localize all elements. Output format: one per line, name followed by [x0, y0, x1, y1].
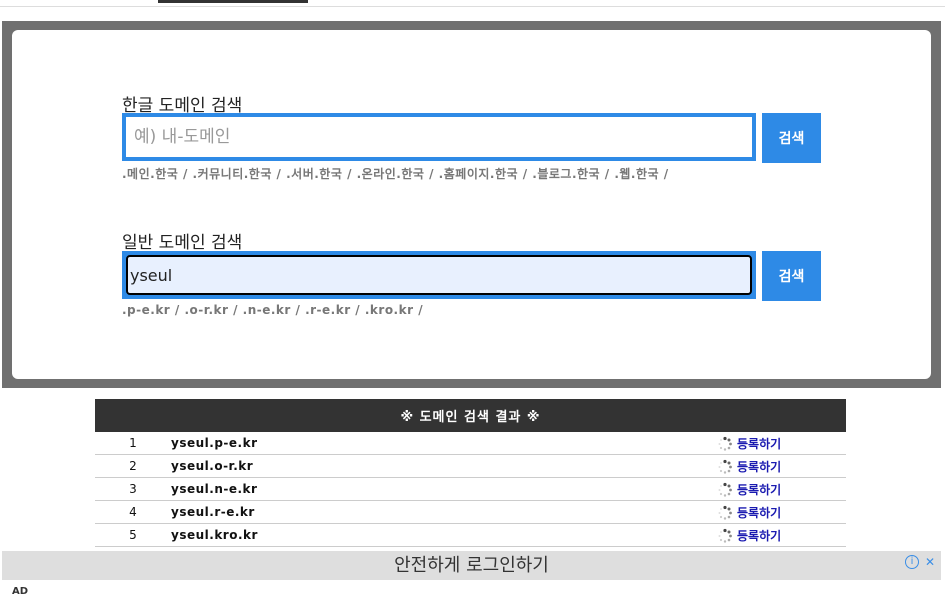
ad-title[interactable]: 안전하게 로그인하기 [394, 555, 549, 576]
register-label[interactable]: 등록하기 [737, 527, 781, 544]
table-row: 3 yseul.n-e.kr 등록하기 [95, 478, 846, 501]
register-label[interactable]: 등록하기 [737, 458, 781, 475]
general-domain-search-label: 일반 도메인 검색 [122, 233, 243, 253]
general-domain-hint: .p-e.kr / .o-r.kr / .n-e.kr / .r-e.kr / … [122, 303, 424, 317]
korean-search-button[interactable]: 검색 [762, 113, 821, 163]
row-domain: yseul.kro.kr [171, 528, 258, 542]
loading-spinner-icon [717, 528, 733, 544]
row-domain: yseul.o-r.kr [171, 459, 254, 473]
register-link[interactable]: 등록하기 [717, 481, 781, 498]
loading-spinner-icon [717, 482, 733, 498]
register-link[interactable]: 등록하기 [717, 504, 781, 521]
table-row: 2 yseul.o-r.kr 등록하기 [95, 455, 846, 478]
general-search-button[interactable]: 검색 [762, 251, 821, 301]
row-domain: yseul.p-e.kr [171, 436, 258, 450]
row-number: 4 [129, 505, 137, 519]
row-number: 3 [129, 482, 137, 496]
results-table: ※ 도메인 검색 결과 ※ 1 yseul.p-e.kr 등록하기 2 yseul.o-… [95, 399, 846, 547]
row-domain: yseul.n-e.kr [171, 482, 258, 496]
loading-spinner-icon [717, 436, 733, 452]
register-label[interactable]: 등록하기 [737, 435, 781, 452]
ad-label: AD [12, 586, 29, 597]
general-domain-input-wrap [122, 251, 756, 299]
register-link[interactable]: 등록하기 [717, 435, 781, 452]
row-number: 5 [129, 528, 137, 542]
row-number: 2 [129, 459, 137, 473]
table-row: 4 yseul.r-e.kr 등록하기 [95, 501, 846, 524]
register-label[interactable]: 등록하기 [737, 504, 781, 521]
table-row: 1 yseul.p-e.kr 등록하기 [95, 432, 846, 455]
loading-spinner-icon [717, 505, 733, 521]
ad-banner[interactable]: 안전하게 로그인하기 i ✕ [2, 551, 941, 580]
search-panel: 한글 도메인 검색 검색 .메인.한국 / .커뮤니티.한국 / .서버.한국 … [12, 30, 931, 379]
register-label[interactable]: 등록하기 [737, 481, 781, 498]
korean-domain-input-wrap [122, 113, 756, 161]
close-icon[interactable]: ✕ [925, 555, 935, 569]
top-image-fragment [158, 0, 308, 3]
table-row: 5 yseul.kro.kr 등록하기 [95, 524, 846, 547]
korean-domain-input[interactable] [126, 117, 752, 157]
loading-spinner-icon [717, 459, 733, 475]
info-icon[interactable]: i [905, 555, 919, 569]
korean-domain-hint: .메인.한국 / .커뮤니티.한국 / .서버.한국 / .온라인.한국 / .… [122, 167, 669, 181]
row-domain: yseul.r-e.kr [171, 505, 255, 519]
register-link[interactable]: 등록하기 [717, 527, 781, 544]
results-header: ※ 도메인 검색 결과 ※ [95, 399, 846, 432]
top-strip [0, 0, 945, 7]
row-number: 1 [129, 436, 137, 450]
search-container: 한글 도메인 검색 검색 .메인.한국 / .커뮤니티.한국 / .서버.한국 … [2, 21, 941, 388]
general-domain-input[interactable] [126, 255, 752, 295]
register-link[interactable]: 등록하기 [717, 458, 781, 475]
